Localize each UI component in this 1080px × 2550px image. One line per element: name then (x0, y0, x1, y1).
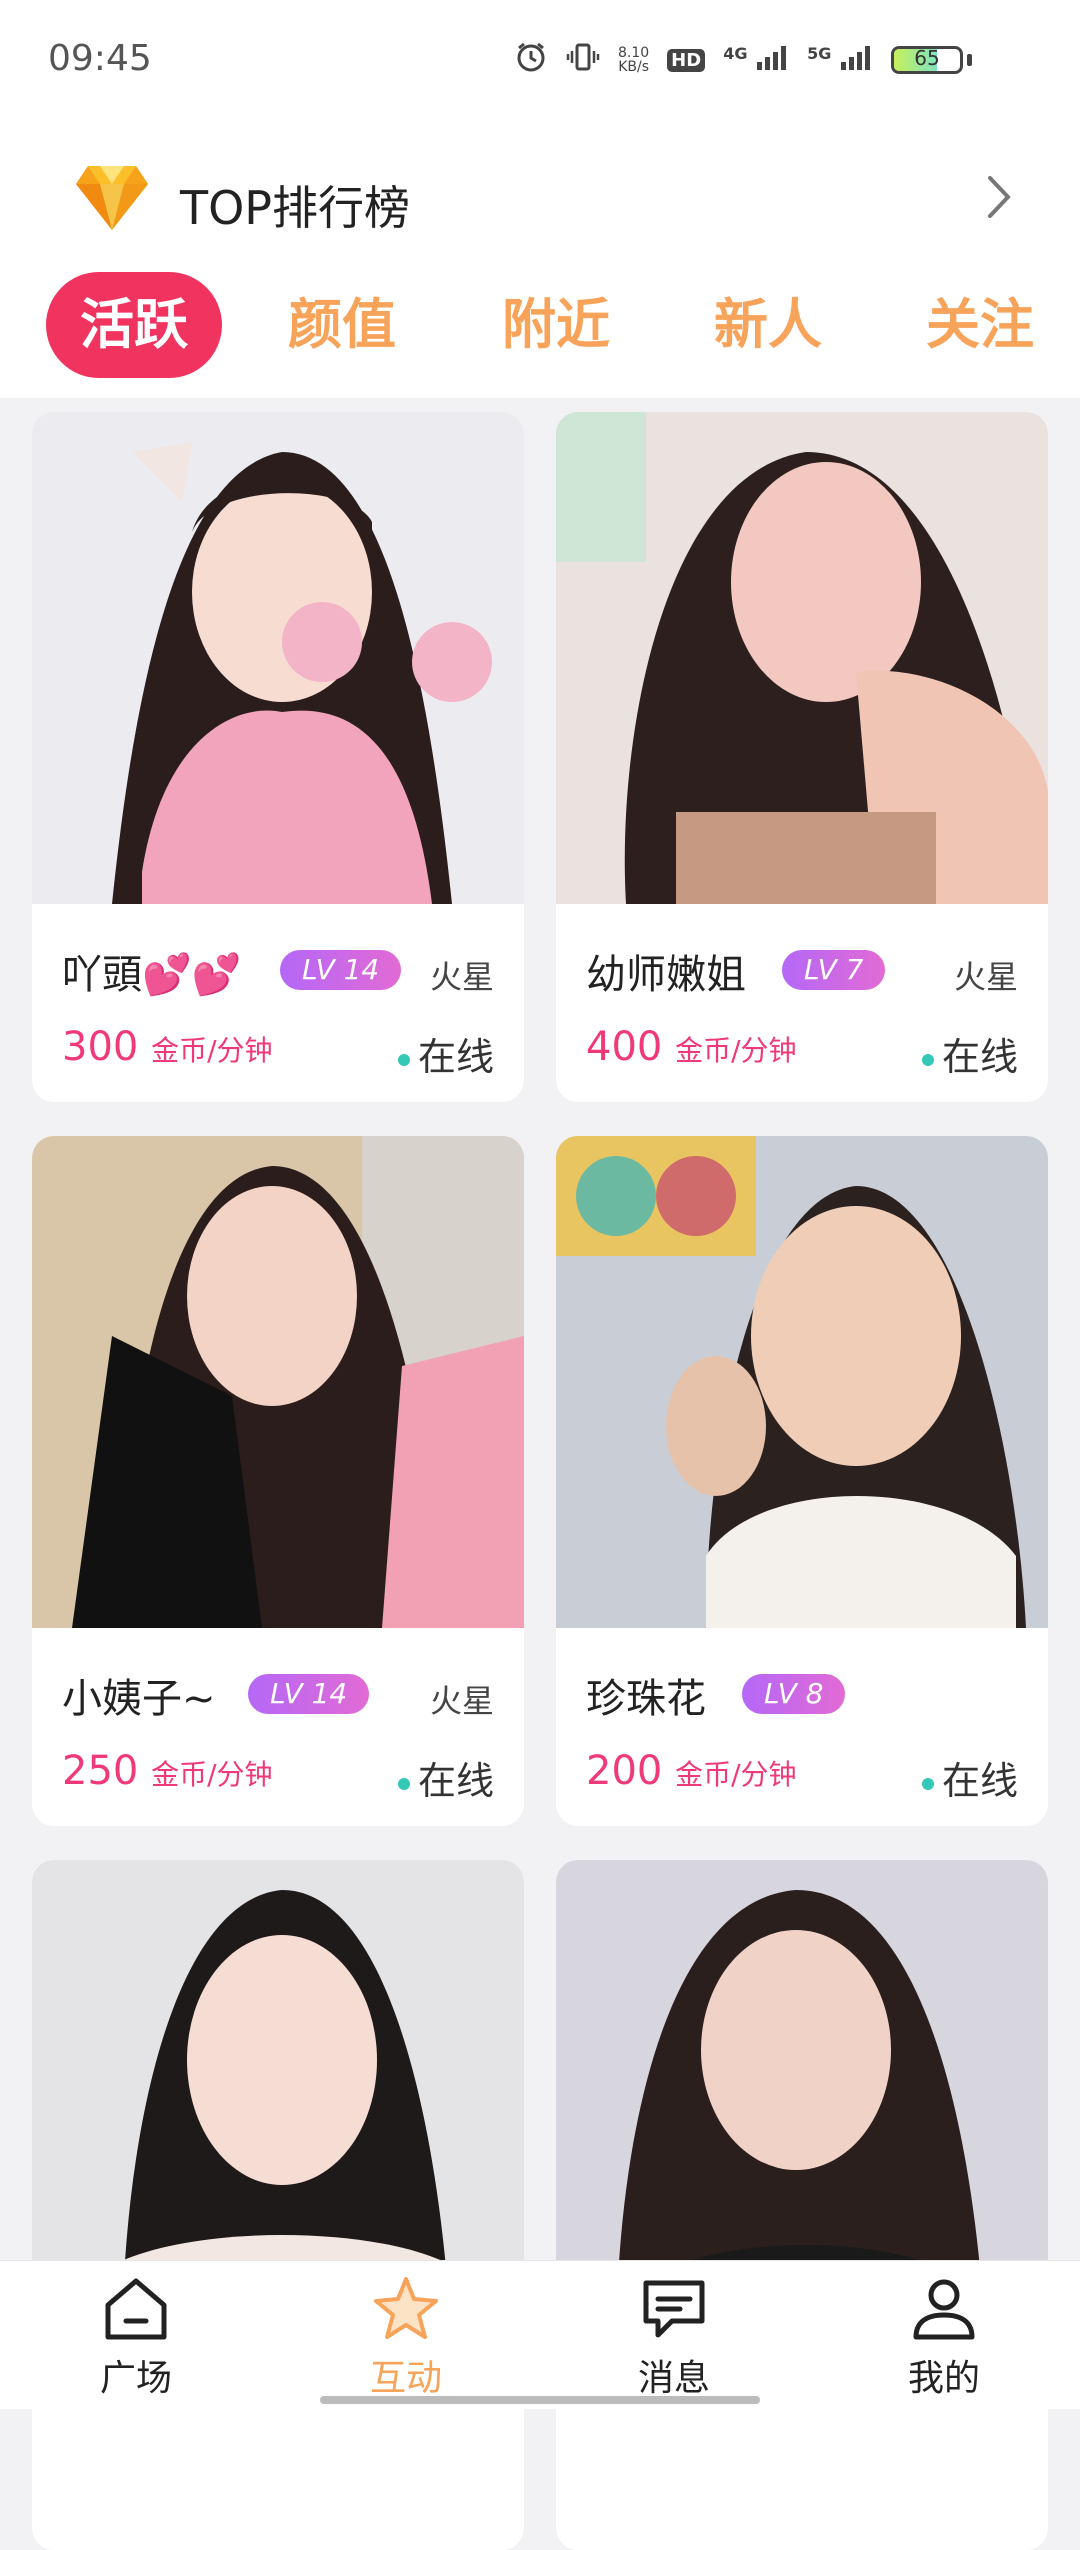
price: 400 金币/分钟 (586, 1024, 797, 1070)
message-icon (643, 2280, 705, 2338)
tab-following[interactable]: 关注 (926, 272, 1034, 378)
user-card[interactable]: 幼师嫩姐 LV 7 火星 400 金币/分钟 在线 (556, 412, 1048, 1102)
user-card[interactable] (556, 1860, 1048, 2550)
user-name: 珍珠花 (586, 1676, 706, 1722)
user-card[interactable]: 珍珠花 LV 8 200 金币/分钟 在线 (556, 1136, 1048, 1826)
nav-interact[interactable]: 互动 (316, 2271, 496, 2401)
price-unit: 金币/分钟 (675, 1758, 797, 1791)
ranking-title[interactable]: TOP排行榜 (180, 172, 410, 238)
price-value: 300 (62, 1024, 139, 1070)
online-status: 在线 (397, 1026, 494, 1081)
chevron-right-icon[interactable] (974, 172, 1024, 222)
status-time: 09:45 (48, 38, 152, 79)
tab-nearby[interactable]: 附近 (502, 272, 610, 378)
online-dot-icon (397, 1053, 410, 1066)
nav-messages[interactable]: 消息 (584, 2271, 764, 2401)
user-icon (913, 2279, 975, 2340)
online-status: 在线 (921, 1750, 1018, 1805)
user-location: 火星 (429, 1682, 494, 1720)
user-card[interactable]: 吖頭💕💕 LV 14 火星 300 金币/分钟 在线 (32, 412, 524, 1102)
price-unit: 金币/分钟 (675, 1034, 797, 1067)
online-label: 在线 (941, 1035, 1018, 1079)
online-label: 在线 (417, 1759, 494, 1803)
signal-4g-icon: 4G (723, 44, 789, 76)
user-name: 幼师嫩姐 (586, 952, 746, 998)
online-label: 在线 (941, 1759, 1018, 1803)
user-name: 吖頭💕💕 (62, 952, 242, 998)
level-badge: LV 14 (248, 1674, 370, 1714)
user-photo (32, 1136, 524, 1628)
price: 200 金币/分钟 (586, 1748, 797, 1794)
price: 250 金币/分钟 (62, 1748, 273, 1794)
category-tabs: 活跃 颜值 附近 新人 关注 (0, 272, 1080, 382)
online-dot-icon (921, 1053, 934, 1066)
user-card[interactable]: 小姨子~ LV 14 火星 250 金币/分钟 在线 (32, 1136, 524, 1826)
user-name: 小姨子~ (62, 1676, 216, 1722)
user-location: 火星 (953, 958, 1018, 996)
online-dot-icon (397, 1777, 410, 1790)
price-unit: 金币/分钟 (151, 1758, 273, 1791)
net-speed-unit: KB/s (618, 59, 649, 75)
user-photo (556, 1136, 1048, 1628)
online-label: 在线 (417, 1035, 494, 1079)
diamond-icon (76, 166, 148, 230)
price-unit: 金币/分钟 (151, 1034, 273, 1067)
alarm-icon (514, 40, 548, 80)
sim2-label: 5G (807, 44, 832, 63)
hd-icon: HD (667, 48, 706, 72)
user-photo (556, 412, 1048, 904)
online-dot-icon (921, 1777, 934, 1790)
level-badge: LV 8 (742, 1674, 846, 1714)
battery-icon: 65 (891, 46, 963, 74)
user-location: 火星 (429, 958, 494, 996)
price-value: 400 (586, 1024, 663, 1070)
status-bar: 09:45 8.10 KB/s HD 4G 5G 65 (0, 0, 1080, 120)
home-indicator[interactable] (320, 2396, 760, 2404)
tab-new[interactable]: 新人 (714, 272, 822, 378)
vibrate-icon (566, 40, 600, 80)
tab-active[interactable]: 活跃 (46, 272, 222, 378)
price: 300 金币/分钟 (62, 1024, 273, 1070)
battery-level: 65 (914, 46, 940, 70)
signal-5g-icon: 5G (807, 44, 873, 76)
status-icons: 8.10 KB/s HD 4G 5G 65 (514, 40, 972, 80)
nav-plaza[interactable]: 广场 (46, 2271, 226, 2401)
nav-messages-label: 消息 (637, 2358, 710, 2399)
sim1-label: 4G (723, 44, 748, 63)
star-icon (374, 2277, 438, 2339)
level-badge: LV 7 (782, 950, 886, 990)
tab-appearance[interactable]: 颜值 (288, 272, 396, 378)
price-value: 200 (586, 1748, 663, 1794)
net-speed: 8.10 KB/s (618, 46, 649, 74)
nav-interact-label: 互动 (369, 2358, 442, 2399)
nav-plaza-label: 广场 (99, 2358, 172, 2399)
battery-cap (967, 54, 972, 66)
ranking-header: TOP排行榜 活跃 颜值 附近 新人 关注 (0, 120, 1080, 398)
user-card[interactable] (32, 1860, 524, 2550)
nav-profile[interactable]: 我的 (854, 2271, 1034, 2401)
online-status: 在线 (921, 1026, 1018, 1081)
online-status: 在线 (397, 1750, 494, 1805)
nav-profile-label: 我的 (907, 2358, 980, 2399)
level-badge: LV 14 (280, 950, 402, 990)
user-photo (32, 412, 524, 904)
price-value: 250 (62, 1748, 139, 1794)
plaza-icon (105, 2278, 167, 2340)
bottom-nav: 广场 互动 消息 我的 (0, 2260, 1080, 2409)
